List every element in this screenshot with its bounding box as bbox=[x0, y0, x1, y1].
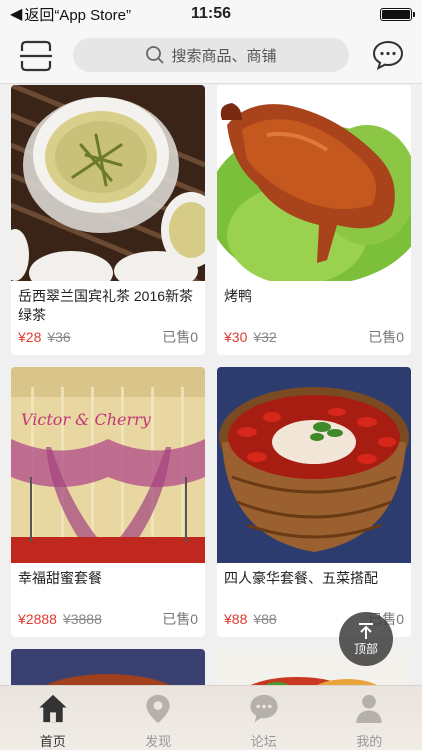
product-name: 幸福甜蜜套餐 bbox=[18, 570, 102, 586]
product-image-tea bbox=[11, 85, 205, 281]
product-price: ¥28 bbox=[18, 329, 42, 345]
product-original-price: ¥36 bbox=[47, 329, 71, 345]
product-name: 烤鸭 bbox=[224, 288, 252, 304]
tab-label: 首页 bbox=[39, 734, 66, 749]
product-sold-count: 已售0 bbox=[368, 329, 404, 345]
status-time: 11:56 bbox=[190, 5, 232, 22]
price-row: ¥2888 ¥3888 已售0 bbox=[18, 609, 198, 629]
product-name: 四人豪华套餐、五菜搭配 bbox=[224, 570, 378, 586]
product-price: ¥88 bbox=[224, 611, 248, 627]
product-card[interactable]: 烤鸭 ¥30 ¥32 已售0 bbox=[217, 85, 411, 355]
search-bar[interactable]: 搜索商品、商铺 bbox=[73, 38, 349, 72]
product-sold-count: 已售0 bbox=[162, 329, 198, 345]
back-label: 返回“App Store” bbox=[24, 6, 132, 24]
search-placeholder: 搜索商品、商铺 bbox=[171, 47, 277, 65]
tab-mine[interactable]: 我的 bbox=[317, 686, 422, 750]
tab-label: 论坛 bbox=[250, 734, 277, 749]
product-price: ¥30 bbox=[224, 329, 248, 345]
messages-button[interactable] bbox=[372, 40, 404, 70]
tab-home[interactable]: 首页 bbox=[0, 686, 106, 750]
price-row: ¥28 ¥36 已售0 bbox=[18, 327, 198, 347]
price-row: ¥30 ¥32 已售0 bbox=[224, 327, 404, 347]
product-original-price: ¥32 bbox=[253, 329, 277, 345]
product-original-price: ¥88 bbox=[253, 611, 277, 627]
tab-bar: 首页 发现 论坛 我的 bbox=[0, 685, 422, 750]
scan-button[interactable] bbox=[19, 40, 53, 72]
tab-label: 发现 bbox=[145, 734, 172, 749]
header: 搜索商品、商铺 bbox=[0, 28, 422, 84]
product-price: ¥2888 bbox=[18, 611, 57, 627]
location-pin-icon bbox=[146, 694, 170, 724]
chat-bubble-icon bbox=[250, 694, 278, 723]
tab-label: 我的 bbox=[356, 734, 383, 749]
svg-text:Victor & Cherry: Victor & Cherry bbox=[21, 410, 152, 429]
product-grid: 岳西翠兰国宾礼茶 2016新茶 绿茶 ¥28 ¥36 已售0 烤鸭 ¥30 ¥3… bbox=[0, 85, 422, 685]
back-to-top-label: 顶部 bbox=[353, 641, 378, 656]
home-icon bbox=[39, 694, 67, 723]
back-chevron-icon: ◀ bbox=[10, 6, 23, 23]
product-card[interactable]: Victor & Cherry 幸福甜蜜套餐 ¥2888 ¥3888 已售0 bbox=[11, 367, 205, 637]
arrow-up-icon bbox=[359, 622, 373, 639]
product-image-dish bbox=[11, 649, 205, 685]
product-name: 岳西翠兰国宾礼茶 2016新茶 绿茶 bbox=[18, 288, 194, 323]
product-sold-count: 已售0 bbox=[162, 611, 198, 627]
product-original-price: ¥3888 bbox=[62, 611, 102, 627]
product-card[interactable] bbox=[11, 649, 205, 685]
back-to-top-button[interactable]: 顶部 bbox=[339, 612, 393, 666]
tab-discover[interactable]: 发现 bbox=[106, 686, 212, 750]
back-to-app-store[interactable]: ◀ 返回“App Store” bbox=[10, 4, 131, 25]
product-image-spicy-pot bbox=[217, 367, 411, 563]
battery-icon bbox=[380, 8, 415, 21]
status-bar: ◀ 返回“App Store” 11:56 bbox=[0, 0, 422, 28]
user-icon bbox=[356, 694, 382, 724]
product-image-roast-duck bbox=[217, 85, 411, 281]
product-card[interactable]: 四人豪华套餐、五菜搭配 ¥88 ¥88 已售0 bbox=[217, 367, 411, 637]
product-image-wedding-stage: Victor & Cherry bbox=[11, 367, 205, 563]
product-card[interactable]: 岳西翠兰国宾礼茶 2016新茶 绿茶 ¥28 ¥36 已售0 bbox=[11, 85, 205, 355]
tab-forum[interactable]: 论坛 bbox=[211, 686, 317, 750]
search-icon bbox=[146, 46, 165, 64]
message-bubble-icon bbox=[372, 40, 404, 70]
scan-icon bbox=[20, 40, 52, 72]
